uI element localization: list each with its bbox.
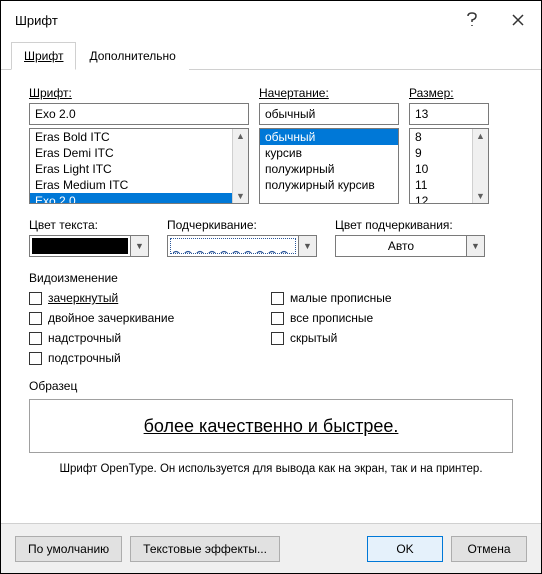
checkbox-icon: [271, 332, 284, 345]
small-caps-checkbox[interactable]: малые прописные: [271, 291, 513, 305]
checkbox-icon: [29, 352, 42, 365]
footer: По умолчанию Текстовые эффекты... OK Отм…: [1, 523, 541, 573]
chevron-up-icon: ▲: [476, 129, 485, 143]
tabs: Шрифт Дополнительно: [1, 41, 541, 70]
double-strikethrough-checkbox[interactable]: двойное зачеркивание: [29, 311, 271, 325]
chevron-down-icon: ▼: [130, 236, 148, 256]
color-swatch-black: [32, 238, 128, 254]
preview-box: более качественно и быстрее.: [29, 399, 513, 453]
list-item[interactable]: Eras Medium ITC: [30, 177, 232, 193]
list-item[interactable]: 8: [410, 129, 472, 145]
subscript-checkbox[interactable]: подстрочный: [29, 351, 271, 365]
chevron-up-icon: ▲: [236, 129, 245, 143]
size-scrollbar[interactable]: ▲ ▼: [472, 129, 488, 203]
hidden-checkbox[interactable]: скрытый: [271, 331, 513, 345]
help-icon: [466, 12, 478, 28]
list-item[interactable]: полужирный курсив: [260, 177, 398, 193]
text-effects-button[interactable]: Текстовые эффекты...: [130, 536, 280, 562]
checkbox-icon: [29, 292, 42, 305]
window-title: Шрифт: [15, 13, 449, 28]
sample-label: Образец: [29, 379, 513, 393]
list-item[interactable]: обычный: [260, 129, 398, 145]
all-caps-checkbox[interactable]: все прописные: [271, 311, 513, 325]
underline-color-dropdown[interactable]: Авто ▼: [335, 235, 485, 257]
effects-label: Видоизменение: [29, 271, 513, 285]
close-icon: [512, 14, 524, 26]
font-input[interactable]: [29, 103, 249, 125]
font-listbox[interactable]: Eras Bold ITC Eras Demi ITC Eras Light I…: [29, 128, 249, 204]
font-scrollbar[interactable]: ▲ ▼: [232, 129, 248, 203]
underline-wavy-sample: [170, 238, 296, 254]
style-input[interactable]: [259, 103, 399, 125]
close-button[interactable]: [495, 1, 541, 39]
list-item[interactable]: 10: [410, 161, 472, 177]
chevron-down-icon: ▼: [476, 189, 485, 203]
superscript-checkbox[interactable]: надстрочный: [29, 331, 271, 345]
strikethrough-checkbox[interactable]: зачеркнутый: [29, 291, 271, 305]
list-item[interactable]: Exo 2.0: [30, 193, 232, 204]
tab-font[interactable]: Шрифт: [11, 42, 76, 70]
chevron-down-icon: ▼: [236, 189, 245, 203]
size-listbox[interactable]: 8 9 10 11 12 ▲ ▼: [409, 128, 489, 204]
size-label: Размер:: [409, 86, 489, 100]
titlebar: Шрифт: [1, 1, 541, 39]
tab-advanced[interactable]: Дополнительно: [76, 42, 188, 70]
underline-color-label: Цвет подчеркивания:: [335, 218, 485, 232]
underline-label: Подчеркивание:: [167, 218, 317, 232]
chevron-down-icon: ▼: [466, 236, 484, 256]
list-item[interactable]: Eras Demi ITC: [30, 145, 232, 161]
underline-color-value: Авто: [336, 236, 466, 256]
text-color-label: Цвет текста:: [29, 218, 149, 232]
set-default-button[interactable]: По умолчанию: [15, 536, 122, 562]
help-button[interactable]: [449, 1, 495, 39]
ok-button[interactable]: OK: [367, 536, 443, 562]
list-item[interactable]: 11: [410, 177, 472, 193]
list-item[interactable]: Eras Light ITC: [30, 161, 232, 177]
underline-style-dropdown[interactable]: ▼: [167, 235, 317, 257]
preview-text: более качественно и быстрее.: [144, 416, 399, 437]
chevron-down-icon: ▼: [298, 236, 316, 256]
effects-group: зачеркнутый двойное зачеркивание надстро…: [29, 291, 513, 365]
list-item[interactable]: 9: [410, 145, 472, 161]
checkbox-icon: [29, 312, 42, 325]
dialog-body: Шрифт: Eras Bold ITC Eras Demi ITC Eras …: [1, 70, 541, 475]
checkbox-icon: [29, 332, 42, 345]
font-dialog: Шрифт Шрифт Дополнительно Шрифт: Eras Bo…: [0, 0, 542, 574]
font-info-hint: Шрифт OpenType. Он используется для выво…: [29, 463, 513, 475]
list-item[interactable]: курсив: [260, 145, 398, 161]
style-label: Начертание:: [259, 86, 399, 100]
text-color-dropdown[interactable]: ▼: [29, 235, 149, 257]
style-listbox[interactable]: обычный курсив полужирный полужирный кур…: [259, 128, 399, 204]
list-item[interactable]: полужирный: [260, 161, 398, 177]
font-label: Шрифт:: [29, 86, 249, 100]
size-input[interactable]: [409, 103, 489, 125]
list-item[interactable]: Eras Bold ITC: [30, 129, 232, 145]
list-item[interactable]: 12: [410, 193, 472, 204]
cancel-button[interactable]: Отмена: [451, 536, 527, 562]
checkbox-icon: [271, 312, 284, 325]
checkbox-icon: [271, 292, 284, 305]
